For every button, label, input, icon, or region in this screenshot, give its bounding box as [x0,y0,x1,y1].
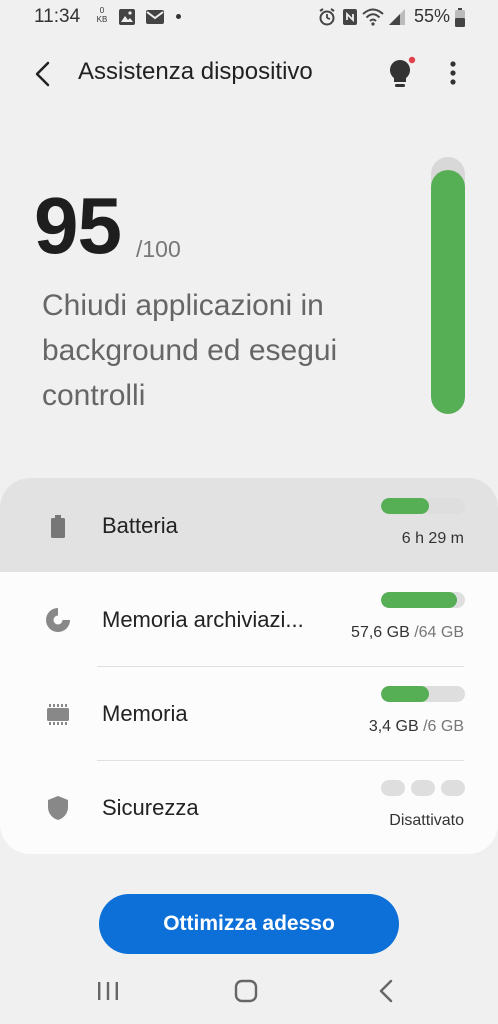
battery-icon [455,8,465,27]
status-pill [381,780,405,796]
status-time: 11:34 [34,6,81,27]
back-arrow-icon[interactable] [26,56,62,92]
storage-meter-fill [381,592,457,608]
data-rate: 0 KB [96,6,108,24]
battery-value: 6 h 29 m [401,530,464,547]
lightbulb-icon[interactable] [382,54,422,94]
battery-item[interactable]: Batteria 6 h 29 m [0,478,498,572]
recent-apps-icon[interactable] [90,976,126,1006]
memory-meter [381,686,465,702]
device-care-screen: 11:34 0 KB 55% Assistenza dispositivo 95… [0,0,498,1024]
security-label: Sicurezza [102,795,199,820]
status-pill [411,780,435,796]
storage-item[interactable]: Memoria archiviazi... 57,6 GB /64 GB [0,572,498,666]
score-gauge [431,157,465,414]
memory-value: 3,4 GB /6 GB [368,718,464,735]
storage-label: Memoria archiviazi... [102,607,304,632]
security-value: Disattivato [389,812,464,829]
memory-label: Memoria [102,701,188,726]
signal-icon [389,9,405,25]
memory-meter-fill [381,686,429,702]
alarm-icon [319,8,335,26]
app-bar: Assistenza dispositivo [0,44,498,104]
wifi-icon [362,8,384,26]
battery-percent: 55% [414,6,451,26]
mail-icon [146,10,164,24]
storage-value: 57,6 GB /64 GB [351,624,464,641]
notification-dot [176,14,181,19]
nfc-icon [343,9,357,25]
score-max: /100 [136,236,181,262]
score-description: Chiudi applicazioni in background ed ese… [42,289,338,412]
image-icon [119,9,135,25]
home-icon[interactable] [228,976,264,1006]
status-pill [441,780,465,796]
status-bar: 11:34 0 KB 55% [0,0,498,34]
page-title: Assistenza dispositivo [78,58,313,85]
status-card: Batteria 6 h 29 m Memoria archiviazi... … [0,478,498,854]
storage-meter [381,592,465,608]
security-status-pills [381,780,465,796]
battery-meter [381,498,465,514]
optimize-now-button[interactable]: Ottimizza adesso [99,894,399,954]
score-gauge-fill [431,169,465,414]
shield-icon [48,796,68,820]
memory-item[interactable]: Memoria 3,4 GB /6 GB [0,666,498,760]
battery-label: Batteria [102,513,178,538]
battery-meter-fill [381,498,429,514]
nav-back-icon[interactable] [370,976,406,1006]
storage-pie-icon [46,607,71,632]
battery-icon [51,515,65,538]
device-score: 95 [34,181,122,270]
security-item[interactable]: Sicurezza Disattivato [0,760,498,854]
memory-chip-icon [47,704,69,725]
more-options-icon[interactable] [438,54,468,94]
